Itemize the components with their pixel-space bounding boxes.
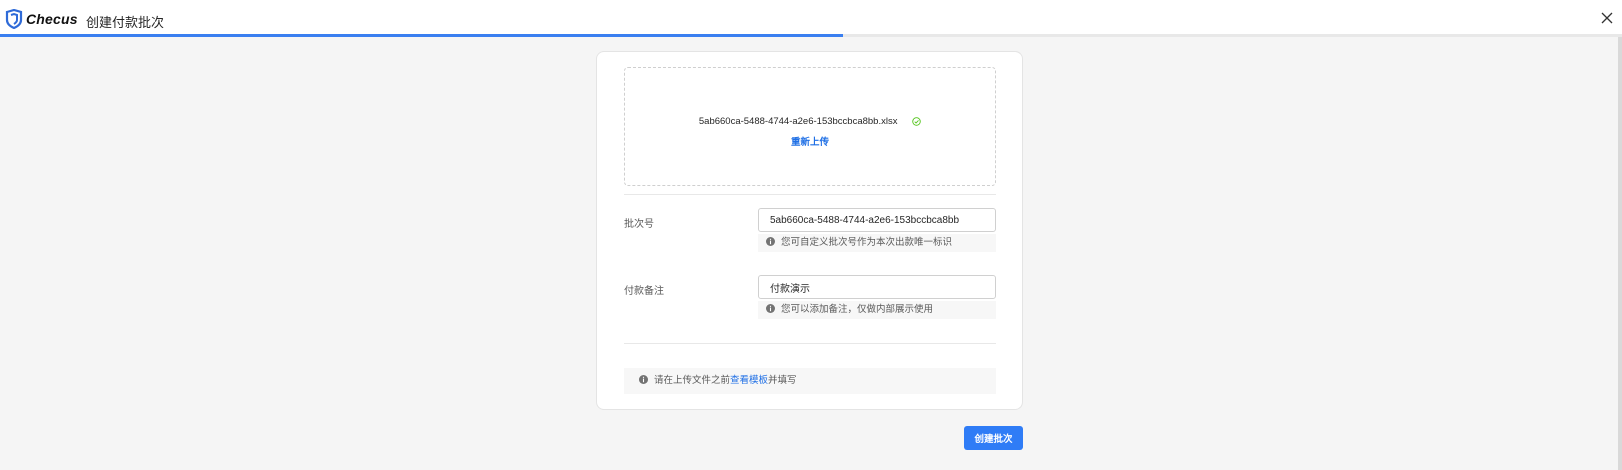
brand-name: Checus xyxy=(26,11,78,27)
remark-hint: 您可以添加备注，仅做内部展示使用 xyxy=(758,301,996,319)
remark-hint-text: 您可以添加备注，仅做内部展示使用 xyxy=(781,304,934,315)
top-bar: Checus 创建付款批次 xyxy=(0,0,1622,35)
progress-bar xyxy=(0,34,1622,37)
info-icon xyxy=(766,237,775,246)
page-title: 创建付款批次 xyxy=(86,15,165,30)
batch-no-label: 批次号 xyxy=(624,219,654,230)
remark-label: 付款备注 xyxy=(624,286,664,297)
scrollbar[interactable] xyxy=(1618,37,1622,470)
view-template-link[interactable]: 查看模板 xyxy=(730,375,768,386)
info-icon xyxy=(639,375,648,384)
divider xyxy=(624,194,996,195)
uploaded-file: 5ab660ca-5488-4744-a2e6-153bccbca8bb.xls… xyxy=(625,116,995,127)
divider xyxy=(624,343,996,344)
template-notice: 请在上传文件之前查看模板并填写 xyxy=(624,368,996,394)
notice-prefix: 请在上传文件之前 xyxy=(654,375,731,386)
checus-logo-icon xyxy=(5,9,23,29)
reupload-link[interactable]: 重新上传 xyxy=(625,134,995,148)
info-icon xyxy=(766,304,775,313)
check-circle-icon xyxy=(912,117,921,126)
batch-no-input[interactable] xyxy=(758,208,996,232)
create-batch-button[interactable]: 创建批次 xyxy=(964,426,1023,450)
notice-suffix: 并填写 xyxy=(768,375,797,386)
file-upload-dropzone[interactable]: 5ab660ca-5488-4744-a2e6-153bccbca8bb.xls… xyxy=(624,67,996,186)
batch-form-card: 5ab660ca-5488-4744-a2e6-153bccbca8bb.xls… xyxy=(596,51,1023,410)
progress-fill xyxy=(0,34,844,37)
close-icon[interactable] xyxy=(1600,11,1614,25)
batch-no-hint-text: 您可自定义批次号作为本次出款唯一标识 xyxy=(781,237,953,248)
remark-input[interactable] xyxy=(758,275,996,299)
batch-no-hint: 您可自定义批次号作为本次出款唯一标识 xyxy=(758,234,996,252)
uploaded-file-name: 5ab660ca-5488-4744-a2e6-153bccbca8bb.xls… xyxy=(698,116,898,127)
